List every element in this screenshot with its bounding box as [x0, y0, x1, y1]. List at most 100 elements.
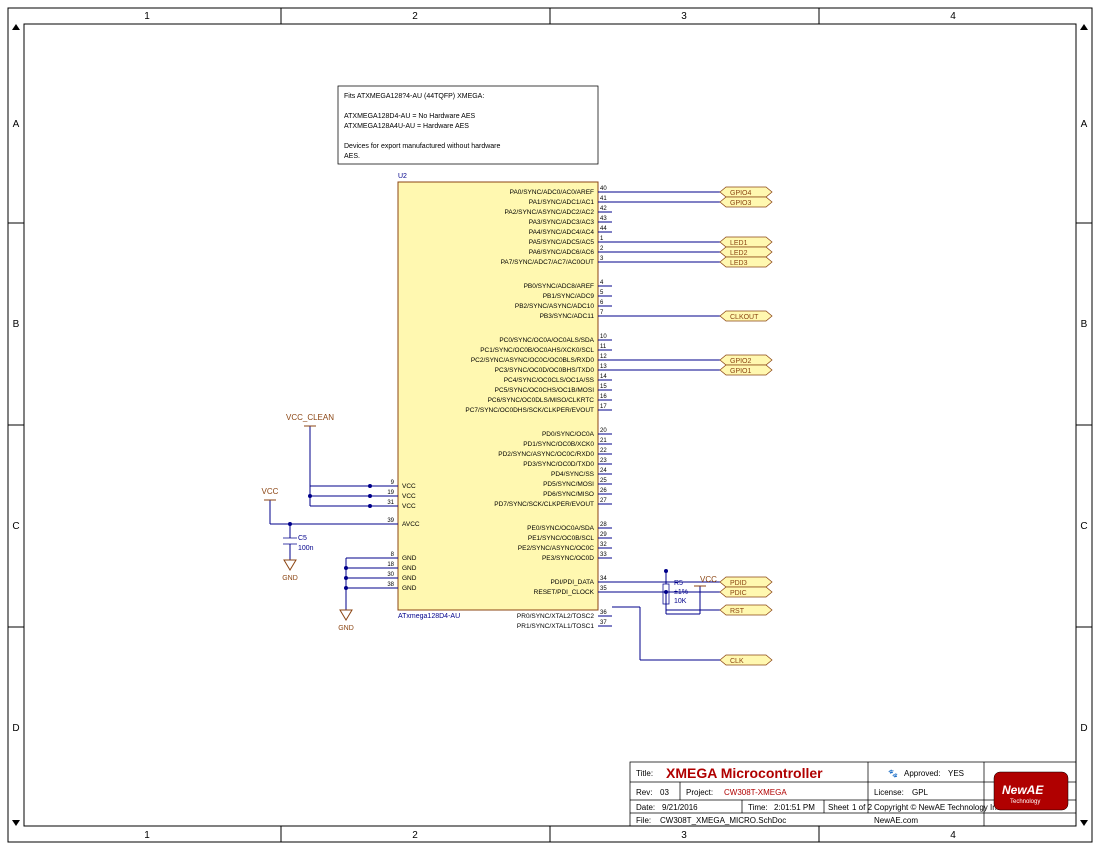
svg-text:Date:: Date:: [636, 803, 655, 812]
svg-text:NewAE.com: NewAE.com: [874, 816, 918, 825]
col-4: 4: [950, 11, 956, 22]
net-led1: LED1: [720, 237, 772, 247]
logo: NewAE: [1002, 783, 1044, 797]
svg-text:26: 26: [600, 488, 607, 494]
svg-text:11: 11: [600, 344, 607, 350]
gnd-net: GND: [338, 558, 370, 632]
chip-part: ATxmega128D4-AU: [398, 613, 460, 620]
svg-text:PC6/SYNC/OC0DLS/MISO/CLKRTC: PC6/SYNC/OC0DLS/MISO/CLKRTC: [488, 397, 595, 404]
net-gpio4: GPIO4: [720, 187, 772, 197]
svg-text:PC1/SYNC/OC0B/OC0AHS/XCK0/SCL: PC1/SYNC/OC0B/OC0AHS/XCK0/SCL: [480, 347, 594, 354]
svg-text:24: 24: [600, 468, 607, 474]
row-A: A: [13, 119, 20, 130]
col-2: 2: [412, 11, 418, 22]
svg-text:Sheet: Sheet: [828, 803, 850, 812]
svg-text:PDIC: PDIC: [730, 590, 747, 597]
svg-text:D: D: [1080, 723, 1087, 734]
svg-text:42: 42: [600, 206, 607, 212]
svg-text:PB2/SYNC/ASYNC/ADC10: PB2/SYNC/ASYNC/ADC10: [515, 303, 594, 310]
net-pdic: PDIC: [720, 587, 772, 597]
svg-text:C: C: [1080, 521, 1087, 532]
svg-text:LED1: LED1: [730, 240, 748, 247]
svg-text:1: 1: [600, 236, 604, 242]
svg-text:33: 33: [600, 552, 607, 558]
svg-text:35: 35: [600, 586, 607, 592]
net-gpio3: GPIO3: [720, 197, 772, 207]
svg-text:A: A: [1081, 119, 1088, 130]
svg-text:PDI/PDI_DATA: PDI/PDI_DATA: [551, 579, 595, 586]
net-rst: RST: [720, 605, 772, 615]
svg-text:40: 40: [600, 186, 607, 192]
svg-text:PA1/SYNC/ADC1/AC1: PA1/SYNC/ADC1/AC1: [529, 199, 595, 206]
svg-text:PD2/SYNC/ASYNC/OC0C/RXD0: PD2/SYNC/ASYNC/OC0C/RXD0: [498, 451, 594, 458]
svg-text:PD1/SYNC/OC0B/XCK0: PD1/SYNC/OC0B/XCK0: [523, 441, 594, 448]
svg-text:44: 44: [600, 226, 607, 232]
svg-text:27: 27: [600, 498, 607, 504]
svg-text:36: 36: [600, 610, 607, 616]
svg-text:43: 43: [600, 216, 607, 222]
svg-text:4: 4: [950, 830, 956, 841]
svg-text:2:01:51 PM: 2:01:51 PM: [774, 803, 815, 812]
svg-text:31: 31: [387, 500, 394, 506]
svg-text:PR0/SYNC/XTAL2/TOSC2: PR0/SYNC/XTAL2/TOSC2: [517, 613, 594, 620]
svg-text:7: 7: [600, 310, 604, 316]
svg-text:PE2/SYNC/ASYNC/OC0C: PE2/SYNC/ASYNC/OC0C: [518, 545, 595, 552]
vcc-clean-net: VCC_CLEAN: [286, 413, 372, 508]
svg-text:3: 3: [681, 830, 687, 841]
svg-text:Approved:: Approved:: [904, 769, 940, 778]
svg-text:PE1/SYNC/OC0B/SCL: PE1/SYNC/OC0B/SCL: [528, 535, 594, 542]
svg-text:R5: R5: [674, 580, 683, 587]
svg-text:PA2/SYNC/ASYNC/ADC2/AC2: PA2/SYNC/ASYNC/ADC2/AC2: [505, 209, 595, 216]
svg-text:Project:: Project:: [686, 788, 713, 797]
svg-text:PD7/SYNC/SCK/CLKPER/EVOUT: PD7/SYNC/SCK/CLKPER/EVOUT: [494, 501, 594, 508]
svg-text:29: 29: [600, 532, 607, 538]
svg-text:38: 38: [387, 582, 394, 588]
svg-text:30: 30: [387, 572, 394, 578]
svg-text:14: 14: [600, 374, 607, 380]
svg-text:GND: GND: [402, 555, 417, 562]
svg-text:Rev:: Rev:: [636, 788, 652, 797]
svg-text:GND: GND: [338, 625, 354, 632]
svg-text:PDID: PDID: [730, 580, 747, 587]
svg-text:32: 32: [600, 542, 607, 548]
net-led3: LED3: [720, 257, 772, 267]
svg-text:RESET/PDI_CLOCK: RESET/PDI_CLOCK: [534, 589, 595, 596]
svg-text:39: 39: [387, 518, 394, 524]
svg-text:YES: YES: [948, 769, 964, 778]
chip-ref: U2: [398, 173, 407, 180]
row-C: C: [12, 521, 19, 532]
svg-text:AVCC: AVCC: [402, 521, 420, 528]
net-gpio1: GPIO1: [720, 365, 772, 375]
svg-text:1: 1: [144, 830, 150, 841]
svg-text:25: 25: [600, 478, 607, 484]
svg-text:PC7/SYNC/OC0DHS/SCK/CLKPER/EVO: PC7/SYNC/OC0DHS/SCK/CLKPER/EVOUT: [465, 407, 594, 414]
net-tags: GPIO4GPIO3LED1LED2LED3CLKOUTGPIO2GPIO1PD…: [612, 187, 772, 665]
net-clkout: CLKOUT: [720, 311, 772, 321]
svg-text:37: 37: [600, 620, 607, 626]
svg-text:23: 23: [600, 458, 607, 464]
svg-text:5: 5: [600, 290, 604, 296]
svg-text:PC4/SYNC/OC0CLS/OC1A/SS: PC4/SYNC/OC0CLS/OC1A/SS: [504, 377, 595, 384]
svg-text:CW308T_XMEGA_MICRO.SchDoc: CW308T_XMEGA_MICRO.SchDoc: [660, 816, 786, 825]
svg-text:Technology: Technology: [1010, 799, 1040, 805]
clk-wire: [612, 607, 720, 660]
svg-text:PA4/SYNC/ADC4/AC4: PA4/SYNC/ADC4/AC4: [529, 229, 595, 236]
row-B: B: [13, 319, 20, 330]
svg-text:10K: 10K: [674, 598, 687, 605]
svg-text:PD0/SYNC/OC0A: PD0/SYNC/OC0A: [542, 431, 595, 438]
svg-text:9/21/2016: 9/21/2016: [662, 803, 698, 812]
svg-text:6: 6: [600, 300, 604, 306]
svg-text:PC0/SYNC/OC0A/OC0ALS/SDA: PC0/SYNC/OC0A/OC0ALS/SDA: [499, 337, 594, 344]
svg-text:GPIO2: GPIO2: [730, 358, 752, 365]
schematic-sheet: 1 2 3 4 1 2 3 4 A B C D A B C D Fits ATX…: [0, 0, 1100, 850]
note-box: Fits ATXMEGA128?4-AU (44TQFP) XMEGA: ATX…: [338, 86, 598, 164]
svg-text:±1%: ±1%: [674, 589, 688, 596]
svg-text:2: 2: [600, 246, 604, 252]
svg-text:Copyright © NewAE Technology I: Copyright © NewAE Technology Inc.: [874, 803, 1003, 812]
svg-text:PB1/SYNC/ADC9: PB1/SYNC/ADC9: [543, 293, 595, 300]
c5-ref: C5: [298, 535, 307, 542]
c5-val: 100n: [298, 545, 314, 552]
svg-text:GND: GND: [402, 585, 417, 592]
svg-text:PC5/SYNC/OC0CHS/OC1B/MOSI: PC5/SYNC/OC0CHS/OC1B/MOSI: [495, 387, 595, 394]
svg-text:PD3/SYNC/OC0D/TXD0: PD3/SYNC/OC0D/TXD0: [523, 461, 594, 468]
